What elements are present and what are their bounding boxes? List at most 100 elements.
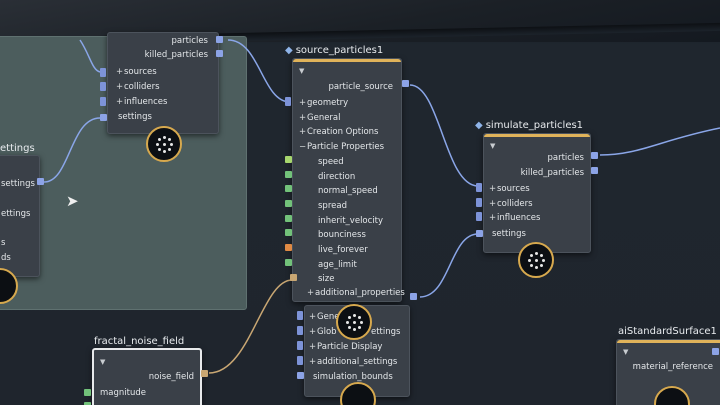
node-graph-canvas[interactable]: ettings settings ettings s ds particles …: [0, 0, 720, 405]
plus-expand-icon[interactable]: +: [116, 82, 124, 92]
prop-bounciness: bounciness: [318, 230, 366, 240]
sources-input-port[interactable]: [100, 68, 106, 77]
additional-properties-output-port[interactable]: [410, 293, 417, 300]
output-label: material_reference: [632, 362, 713, 372]
particles-output-port[interactable]: [591, 152, 598, 159]
colliders-input-port[interactable]: [100, 82, 106, 91]
magnitude-input-port[interactable]: [84, 389, 91, 396]
settings-row: s: [1, 238, 6, 248]
row-settings-fragment: ettings: [371, 327, 401, 337]
node-header-accent: [293, 59, 401, 62]
node-header-accent: [484, 134, 590, 137]
settings-label: settings: [118, 112, 152, 122]
spread-input-port[interactable]: [285, 200, 292, 207]
plus-expand-icon: +: [299, 127, 307, 137]
particles-node[interactable]: particles killed_particles +sources +col…: [107, 32, 219, 134]
collapse-chevron-icon[interactable]: ▼: [490, 142, 495, 150]
row-particle-display[interactable]: +Particle Display: [309, 342, 382, 352]
plus-expand-icon: +: [309, 357, 317, 367]
prop-spread: spread: [318, 201, 347, 211]
target-dots: [148, 128, 180, 160]
collapse-chevron-icon[interactable]: ▼: [100, 358, 105, 366]
influences-input-port[interactable]: [476, 212, 482, 221]
geometry-input-port[interactable]: [285, 97, 291, 106]
sources-input-port[interactable]: [476, 183, 482, 192]
input-label: magnitude: [100, 388, 146, 398]
plus-expand-icon: +: [489, 199, 497, 209]
plus-expand-icon: +: [489, 184, 497, 194]
simulate-particles-node[interactable]: ▼ particles killed_particles +sources +c…: [483, 133, 591, 253]
row-creation-options[interactable]: +Creation Options: [299, 127, 378, 137]
input-row-colliders[interactable]: +colliders: [116, 82, 160, 92]
bounciness-input-port[interactable]: [285, 229, 292, 236]
particle-source-output-port[interactable]: [402, 80, 409, 87]
plus-expand-icon[interactable]: +: [116, 97, 124, 107]
input-row-influences[interactable]: +influences: [489, 213, 540, 223]
killed-particles-output-port[interactable]: [591, 167, 598, 174]
input-port[interactable]: [297, 311, 303, 320]
settings-input-port[interactable]: [100, 114, 107, 121]
node-title-ai-surface: aiStandardSurface1: [618, 326, 717, 337]
row-global[interactable]: +Glob: [309, 327, 337, 337]
output-label: killed_particles: [520, 168, 584, 178]
row-general[interactable]: +Gene: [309, 312, 339, 322]
row-geometry[interactable]: +geometry: [299, 98, 348, 108]
live-forever-input-port[interactable]: [285, 244, 292, 251]
output-label: particles: [547, 153, 585, 163]
prop-direction: direction: [318, 172, 356, 182]
settings-output-port[interactable]: [37, 178, 44, 185]
output-port[interactable]: [712, 348, 719, 355]
settings-input-port[interactable]: [476, 230, 483, 237]
plus-expand-icon: +: [309, 327, 317, 337]
killed-particles-output-port[interactable]: [216, 50, 223, 57]
noise-field-output-port[interactable]: [201, 370, 208, 377]
plus-expand-icon[interactable]: +: [116, 67, 124, 77]
size-input-port[interactable]: [290, 274, 297, 281]
output-label: particles: [171, 36, 209, 46]
simulation-bounds-input-port[interactable]: [297, 372, 304, 379]
output-label: killed_particles: [144, 50, 208, 60]
input-port[interactable]: [297, 326, 303, 335]
output-label: particle_source: [328, 82, 393, 92]
direction-input-port[interactable]: [285, 171, 292, 178]
fractal-noise-node[interactable]: ▼ noise_field magnitude: [92, 348, 202, 405]
target-dots: [520, 244, 552, 276]
input-row-sources[interactable]: +sources: [489, 184, 530, 194]
plus-expand-icon: +: [307, 288, 315, 298]
influences-input-port[interactable]: [100, 97, 106, 106]
input-port[interactable]: [297, 356, 303, 365]
row-additional-settings[interactable]: +additional_settings: [309, 357, 397, 367]
particles-output-port[interactable]: [216, 36, 223, 43]
collapse-chevron-icon[interactable]: ▼: [299, 67, 304, 75]
node-status-icon: ◆: [285, 45, 293, 56]
plus-expand-icon: +: [309, 342, 317, 352]
input-row-influences[interactable]: +influences: [116, 97, 167, 107]
row-general[interactable]: +General: [299, 113, 341, 123]
normal-speed-input-port[interactable]: [285, 185, 292, 192]
prop-inherit-velocity: inherit_velocity: [318, 216, 384, 226]
target-icon[interactable]: [518, 242, 554, 278]
speed-input-port[interactable]: [285, 156, 292, 163]
age-limit-input-port[interactable]: [285, 259, 292, 266]
plus-expand-icon: +: [309, 312, 317, 322]
settings-node-title: ettings: [0, 143, 35, 154]
row-particle-properties[interactable]: −Particle Properties: [299, 142, 384, 152]
input-row-colliders[interactable]: +colliders: [489, 199, 533, 209]
node-header-accent: [617, 340, 720, 343]
colliders-input-port[interactable]: [476, 198, 482, 207]
target-dots: [338, 306, 370, 338]
input-port[interactable]: [297, 341, 303, 350]
target-icon[interactable]: [336, 304, 372, 340]
prop-age-limit: age_limit: [318, 260, 357, 270]
target-icon[interactable]: [146, 126, 182, 162]
settings-node[interactable]: settings ettings s ds: [0, 155, 40, 277]
plus-expand-icon: +: [299, 113, 307, 123]
collapse-chevron-icon[interactable]: ▼: [623, 348, 628, 356]
mouse-pointer-icon: ➤: [66, 192, 79, 210]
inherit-velocity-input-port[interactable]: [285, 215, 292, 222]
input-row-sources[interactable]: +sources: [116, 67, 157, 77]
settings-label: settings: [492, 229, 526, 239]
minus-collapse-icon: −: [299, 142, 307, 152]
source-particles-node[interactable]: ▼ particle_source +geometry +General +Cr…: [292, 58, 405, 302]
row-additional-properties[interactable]: +additional_properties: [307, 288, 405, 298]
